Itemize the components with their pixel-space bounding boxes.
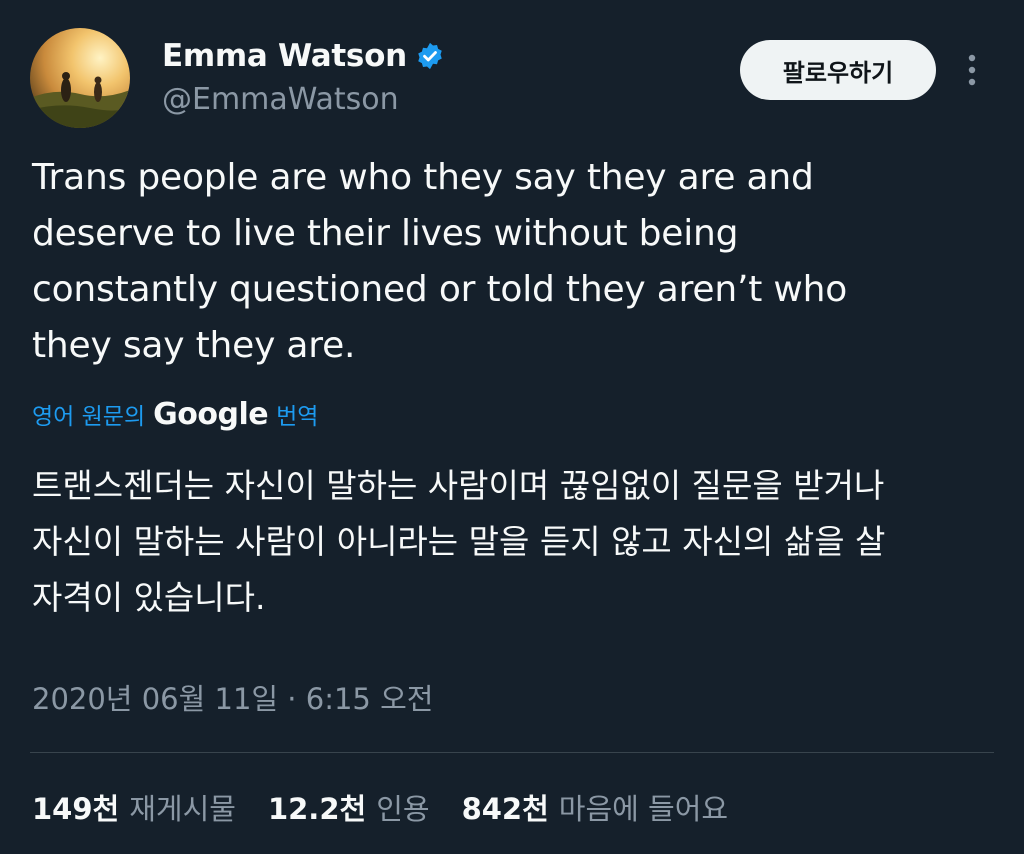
translated-tweet-text: 트랜스젠더는 자신이 말하는 사람이며 끊임없이 질문을 받거나 자신이 말하는… <box>32 466 886 617</box>
user-handle[interactable]: @EmmaWatson <box>162 82 445 117</box>
stat-quotes[interactable]: 12.2천 인용 <box>268 786 430 828</box>
engagement-stats: 149천 재게시물 12.2천 인용 842천 마음에 들어요 <box>32 786 760 828</box>
tweet-detail: Emma Watson @EmmaWatson 팔로우하기 Trans peop… <box>0 0 1024 854</box>
avatar[interactable] <box>30 28 130 128</box>
google-logo: Google <box>153 396 269 432</box>
stat-label: 재게시물 <box>129 792 236 826</box>
tweet-timestamp[interactable]: 2020년 06월 11일 · 6:15 오전 <box>32 676 433 718</box>
stat-likes[interactable]: 842천 마음에 들어요 <box>462 786 729 828</box>
translate-suffix: 번역 <box>276 404 319 430</box>
divider <box>30 752 994 753</box>
user-name-block: Emma Watson @EmmaWatson <box>162 36 445 117</box>
stat-label: 인용 <box>376 792 430 826</box>
stat-label: 마음에 들어요 <box>558 792 729 826</box>
stat-reposts[interactable]: 149천 재게시물 <box>32 786 236 828</box>
profile-photo-sunset-icon <box>30 28 130 128</box>
stat-value: 842천 <box>461 792 549 826</box>
follow-button[interactable]: 팔로우하기 <box>740 40 936 100</box>
stat-value: 149천 <box>32 792 120 826</box>
display-name[interactable]: Emma Watson <box>162 38 407 74</box>
tweet-text: Trans people are who they say they are a… <box>32 157 848 366</box>
translation-attribution[interactable]: 영어 원문의 Google 번역 <box>32 392 318 436</box>
verified-badge-icon <box>415 41 445 71</box>
translate-prefix: 영어 원문의 <box>32 404 146 430</box>
stat-value: 12.2천 <box>267 792 367 826</box>
display-name-row: Emma Watson <box>162 36 445 76</box>
tweet-header: Emma Watson @EmmaWatson 팔로우하기 <box>30 28 994 132</box>
more-vertical-icon[interactable] <box>950 46 994 94</box>
